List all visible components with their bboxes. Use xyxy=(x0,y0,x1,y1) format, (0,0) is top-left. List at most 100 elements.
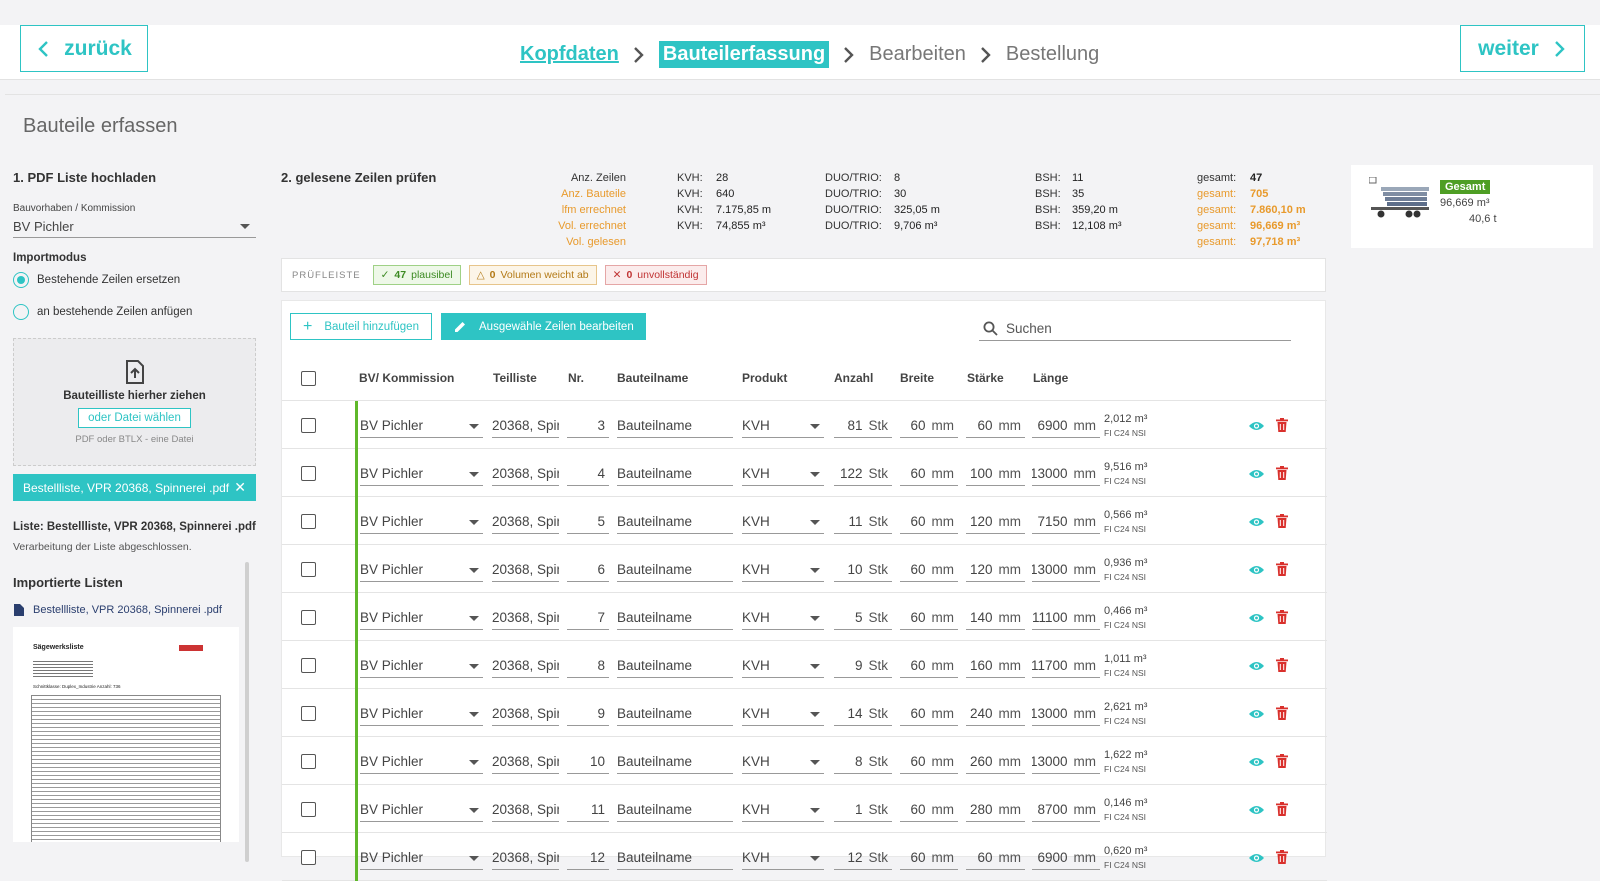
row-length-field[interactable]: 6900 mm xyxy=(1032,846,1100,870)
row-width-field[interactable]: 60 mm xyxy=(900,414,958,438)
row-checkbox[interactable] xyxy=(301,706,316,721)
row-thickness-field[interactable]: 60 mm xyxy=(966,846,1025,870)
radio-append-rows[interactable]: an bestehende Zeilen anfügen xyxy=(13,302,256,322)
row-count-field[interactable]: 122 Stk xyxy=(834,462,892,486)
row-bv-select[interactable]: BV Pichler xyxy=(360,846,483,870)
row-product-select[interactable]: KVH xyxy=(742,654,824,678)
row-bv-select[interactable]: BV Pichler xyxy=(360,654,483,678)
row-count-field[interactable]: 10 Stk xyxy=(834,558,892,582)
row-teilliste-field[interactable]: 20368, Spin xyxy=(492,798,559,822)
trash-icon[interactable] xyxy=(1276,706,1288,725)
row-length-field[interactable]: 6900 mm xyxy=(1032,414,1100,438)
col-breite[interactable]: Breite xyxy=(900,371,934,385)
eye-icon[interactable] xyxy=(1248,755,1265,773)
trash-icon[interactable] xyxy=(1276,418,1288,437)
eye-icon[interactable] xyxy=(1248,467,1265,485)
row-count-field[interactable]: 1 Stk xyxy=(834,798,892,822)
col-bv[interactable]: BV/ Kommission xyxy=(359,371,454,385)
row-bv-select[interactable]: BV Pichler xyxy=(360,414,483,438)
row-width-field[interactable]: 60 mm xyxy=(900,510,958,534)
row-thickness-field[interactable]: 260 mm xyxy=(966,750,1025,774)
row-width-field[interactable]: 60 mm xyxy=(900,462,958,486)
row-width-field[interactable]: 60 mm xyxy=(900,798,958,822)
row-teilliste-field[interactable]: 20368, Spin xyxy=(492,510,559,534)
col-bauteilname[interactable]: Bauteilname xyxy=(617,371,688,385)
edit-selected-button[interactable]: Ausgewähle Zeilen bearbeiten xyxy=(441,313,646,340)
eye-icon[interactable] xyxy=(1248,419,1265,437)
row-thickness-field[interactable]: 120 mm xyxy=(966,558,1025,582)
trash-icon[interactable] xyxy=(1276,466,1288,485)
row-nr-field[interactable]: 10 xyxy=(567,750,609,774)
eye-icon[interactable] xyxy=(1248,803,1265,821)
row-name-field[interactable]: Bauteilname xyxy=(617,702,733,726)
row-length-field[interactable]: 7150 mm xyxy=(1032,510,1100,534)
row-thickness-field[interactable]: 120 mm xyxy=(966,510,1025,534)
row-length-field[interactable]: 13000 mm xyxy=(1032,558,1100,582)
row-length-field[interactable]: 8700 mm xyxy=(1032,798,1100,822)
row-width-field[interactable]: 60 mm xyxy=(900,846,958,870)
row-thickness-field[interactable]: 160 mm xyxy=(966,654,1025,678)
eye-icon[interactable] xyxy=(1248,659,1265,677)
row-nr-field[interactable]: 11 xyxy=(567,798,609,822)
row-teilliste-field[interactable]: 20368, Spin xyxy=(492,462,559,486)
eye-icon[interactable] xyxy=(1248,611,1265,629)
row-name-field[interactable]: Bauteilname xyxy=(617,654,733,678)
row-teilliste-field[interactable]: 20368, Spin xyxy=(492,414,559,438)
row-width-field[interactable]: 60 mm xyxy=(900,654,958,678)
trash-icon[interactable] xyxy=(1276,802,1288,821)
row-teilliste-field[interactable]: 20368, Spin xyxy=(492,702,559,726)
plausible-badge[interactable]: ✓ 47 plausibel xyxy=(372,265,461,285)
row-checkbox[interactable] xyxy=(301,418,316,433)
row-nr-field[interactable]: 9 xyxy=(567,702,609,726)
row-length-field[interactable]: 11700 mm xyxy=(1032,654,1100,678)
row-bv-select[interactable]: BV Pichler xyxy=(360,798,483,822)
row-checkbox[interactable] xyxy=(301,562,316,577)
row-thickness-field[interactable]: 60 mm xyxy=(966,414,1025,438)
row-product-select[interactable]: KVH xyxy=(742,462,824,486)
row-name-field[interactable]: Bauteilname xyxy=(617,558,733,582)
row-nr-field[interactable]: 5 xyxy=(567,510,609,534)
col-laenge[interactable]: Länge xyxy=(1033,371,1068,385)
row-name-field[interactable]: Bauteilname xyxy=(617,414,733,438)
row-product-select[interactable]: KVH xyxy=(742,414,824,438)
row-thickness-field[interactable]: 100 mm xyxy=(966,462,1025,486)
sidebar-scrollbar[interactable] xyxy=(245,562,249,862)
row-product-select[interactable]: KVH xyxy=(742,750,824,774)
row-checkbox[interactable] xyxy=(301,658,316,673)
project-select[interactable]: BV Pichler xyxy=(13,216,256,238)
row-width-field[interactable]: 60 mm xyxy=(900,750,958,774)
row-count-field[interactable]: 81 Stk xyxy=(834,414,892,438)
row-bv-select[interactable]: BV Pichler xyxy=(360,702,483,726)
col-anzahl[interactable]: Anzahl xyxy=(834,371,873,385)
back-button[interactable]: zurück xyxy=(20,25,148,72)
search-input[interactable]: Suchen xyxy=(979,317,1291,341)
row-teilliste-field[interactable]: 20368, Spin xyxy=(492,750,559,774)
eye-icon[interactable] xyxy=(1248,563,1265,581)
row-nr-field[interactable]: 4 xyxy=(567,462,609,486)
row-thickness-field[interactable]: 140 mm xyxy=(966,606,1025,630)
row-name-field[interactable]: Bauteilname xyxy=(617,798,733,822)
row-nr-field[interactable]: 3 xyxy=(567,414,609,438)
trash-icon[interactable] xyxy=(1276,754,1288,773)
row-length-field[interactable]: 13000 mm xyxy=(1032,702,1100,726)
col-teilliste[interactable]: Teilliste xyxy=(493,371,537,385)
row-name-field[interactable]: Bauteilname xyxy=(617,510,733,534)
step-bestellung[interactable]: Bestellung xyxy=(1006,43,1099,66)
row-bv-select[interactable]: BV Pichler xyxy=(360,462,483,486)
file-dropzone[interactable]: Bauteilliste hierher ziehen oder Datei w… xyxy=(13,338,256,466)
row-teilliste-field[interactable]: 20368, Spin xyxy=(492,606,559,630)
trash-icon[interactable] xyxy=(1276,514,1288,533)
row-thickness-field[interactable]: 240 mm xyxy=(966,702,1025,726)
row-nr-field[interactable]: 6 xyxy=(567,558,609,582)
row-length-field[interactable]: 13000 mm xyxy=(1032,750,1100,774)
row-teilliste-field[interactable]: 20368, Spin xyxy=(492,654,559,678)
row-checkbox[interactable] xyxy=(301,850,316,865)
trash-icon[interactable] xyxy=(1276,610,1288,629)
step-bearbeiten[interactable]: Bearbeiten xyxy=(869,43,966,66)
next-button[interactable]: weiter xyxy=(1460,25,1585,72)
eye-icon[interactable] xyxy=(1248,851,1265,869)
volume-warning-badge[interactable]: △ 0 Volumen weicht ab xyxy=(468,265,597,285)
row-checkbox[interactable] xyxy=(301,514,316,529)
trash-icon[interactable] xyxy=(1276,850,1288,869)
row-product-select[interactable]: KVH xyxy=(742,606,824,630)
